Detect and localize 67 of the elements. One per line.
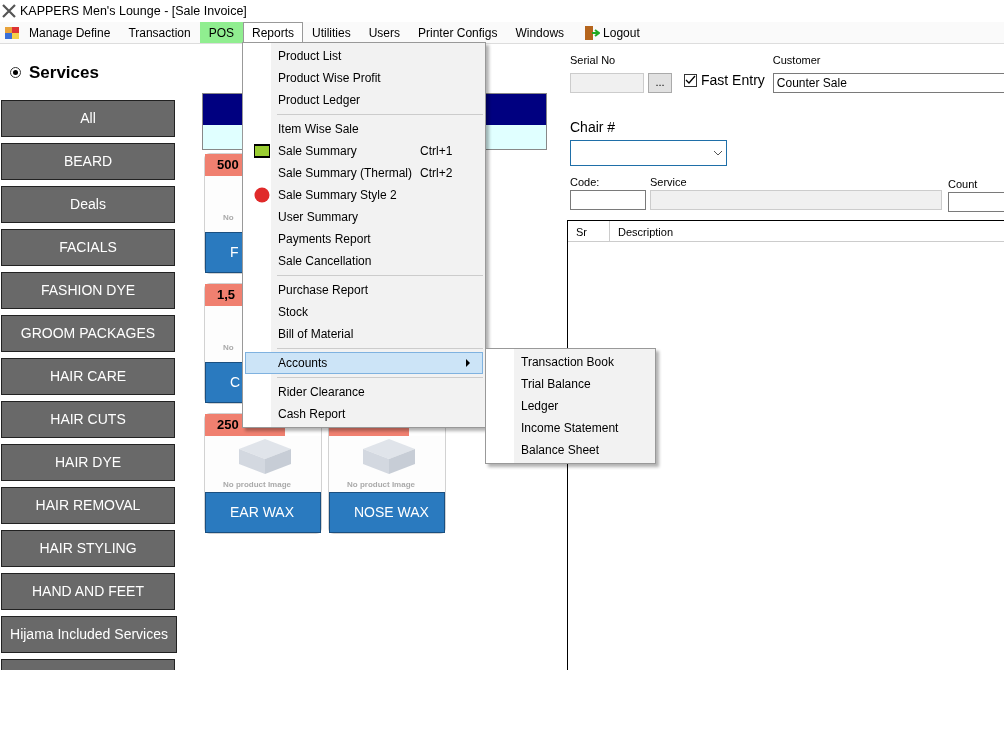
menu-item[interactable]: Manage Define bbox=[20, 22, 120, 43]
field-label: Customer bbox=[772, 53, 822, 68]
category-button[interactable]: HAIR STYLING bbox=[1, 529, 175, 567]
browse-button[interactable]: ... bbox=[648, 72, 672, 93]
menu-item[interactable]: POS bbox=[199, 22, 243, 43]
menu-item[interactable]: Balance Sheet bbox=[488, 439, 653, 461]
image-placeholder-text: No product Image bbox=[347, 479, 415, 491]
field-label: Chair # bbox=[570, 117, 617, 137]
menu-item[interactable]: Ledger bbox=[488, 395, 653, 417]
category-button[interactable]: HAIR CUTS bbox=[1, 400, 175, 438]
field-label: Code: bbox=[570, 174, 601, 190]
menu-item[interactable]: Item Wise Sale bbox=[245, 118, 483, 140]
menu-item[interactable]: Trial Balance bbox=[488, 373, 653, 395]
product-button[interactable]: NOSE WAX bbox=[329, 492, 445, 533]
menu-item[interactable]: Sale Cancellation bbox=[245, 250, 483, 272]
menu-item[interactable]: Sale Summary Style 2 bbox=[245, 184, 483, 206]
menu-item[interactable]: Transaction bbox=[119, 22, 200, 43]
category-button[interactable]: GROOM PACKAGES bbox=[1, 314, 175, 352]
category-button[interactable] bbox=[1, 658, 175, 670]
check-icon bbox=[685, 74, 696, 86]
category-button[interactable]: HAND AND FEET bbox=[1, 572, 175, 610]
round-logo-icon bbox=[254, 187, 270, 203]
column-header: Description bbox=[610, 221, 1004, 241]
door-icon bbox=[582, 24, 601, 41]
code-field[interactable] bbox=[570, 190, 646, 210]
category-button[interactable]: HAIR CARE bbox=[1, 357, 175, 395]
menu-item[interactable]: Product List bbox=[245, 45, 483, 67]
menu-item[interactable]: Utilities bbox=[303, 22, 360, 43]
app-icon bbox=[4, 25, 20, 40]
menu-item[interactable]: Accounts bbox=[245, 352, 483, 374]
menu-item[interactable]: Bill of Material bbox=[245, 323, 483, 345]
menu-item[interactable]: Payments Report bbox=[245, 228, 483, 250]
category-button[interactable]: Deals bbox=[1, 185, 175, 223]
fast-entry-checkbox[interactable]: Fast Entry bbox=[684, 68, 765, 93]
scissors-icon bbox=[2, 4, 16, 18]
image-placeholder-text: No bbox=[223, 212, 234, 224]
menu-item[interactable]: Rider Clearance bbox=[245, 381, 483, 403]
category-button[interactable]: HAIR DYE bbox=[1, 443, 175, 481]
product-button[interactable]: EAR WAX bbox=[205, 492, 321, 533]
menu-item[interactable]: User Summary bbox=[245, 206, 483, 228]
menu-item[interactable]: Transaction Book bbox=[488, 351, 653, 373]
field-label: Service bbox=[650, 174, 688, 190]
category-button[interactable]: HAIR REMOVAL bbox=[1, 486, 175, 524]
menu-item[interactable]: Logout bbox=[573, 22, 649, 43]
field-label: Count bbox=[948, 176, 979, 192]
category-button[interactable]: FASHION DYE bbox=[1, 271, 175, 309]
menu-item[interactable]: Printer Configs bbox=[409, 22, 507, 43]
count-field[interactable] bbox=[948, 192, 1004, 212]
category-button[interactable]: All bbox=[1, 99, 175, 137]
menu-item[interactable]: Product Wise Profit bbox=[245, 67, 483, 89]
customer-field[interactable]: Counter Sale bbox=[772, 72, 1004, 93]
menu-item[interactable]: Users bbox=[359, 22, 410, 43]
chevron-down-icon bbox=[713, 149, 723, 156]
category-button[interactable]: Hijama Included Services bbox=[1, 615, 177, 653]
menu-item[interactable]: Windows bbox=[506, 22, 574, 43]
field-label: Serial No bbox=[570, 53, 617, 68]
menu-item[interactable]: Income Statement bbox=[488, 417, 653, 439]
category-button[interactable]: FACIALS bbox=[1, 228, 175, 266]
column-header: Sr bbox=[568, 221, 610, 241]
menu-item[interactable]: Product Ledger bbox=[245, 89, 483, 111]
chair-dropdown[interactable] bbox=[570, 139, 727, 166]
category-button[interactable]: BEARD bbox=[1, 142, 175, 180]
image-placeholder-text: No product Image bbox=[223, 479, 291, 491]
window-title: KAPPERS Men's Lounge - [Sale Invoice] bbox=[20, 2, 247, 20]
image-placeholder-text: No bbox=[223, 342, 234, 354]
report-icon bbox=[254, 143, 270, 159]
section-title: Services bbox=[29, 62, 99, 84]
